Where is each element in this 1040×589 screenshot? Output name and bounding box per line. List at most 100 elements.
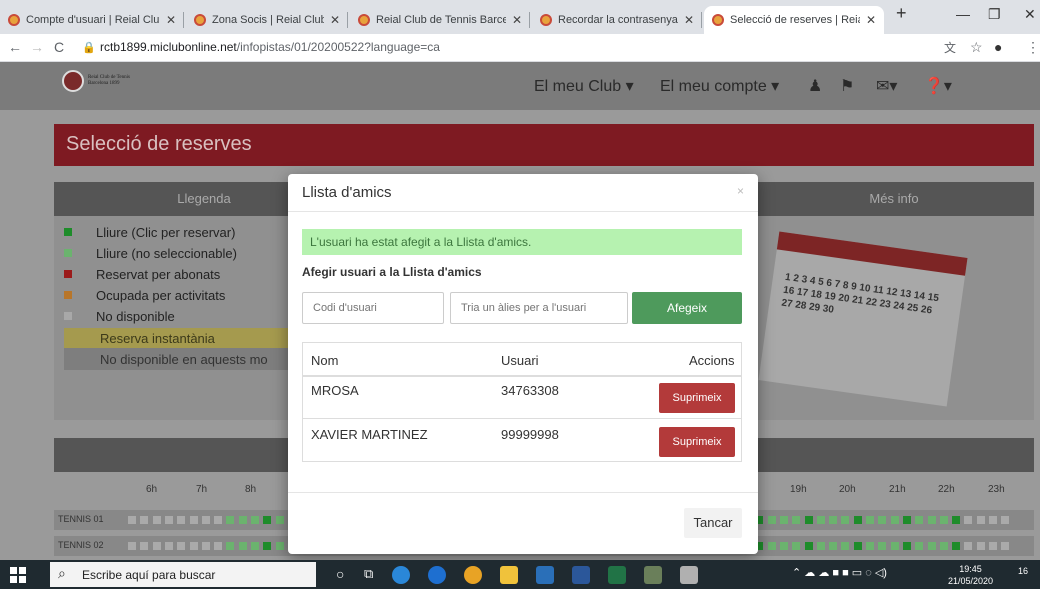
time-slot[interactable] <box>767 516 776 524</box>
time-slot[interactable] <box>816 516 825 524</box>
time-slot[interactable] <box>214 542 223 550</box>
app-icon[interactable] <box>680 566 698 584</box>
close-tab-icon[interactable]: ✕ <box>866 13 876 27</box>
time-slot[interactable] <box>989 516 997 524</box>
time-slot[interactable] <box>915 516 924 524</box>
notifications-icon[interactable]: 16 <box>1018 566 1036 584</box>
close-tab-icon[interactable]: ✕ <box>166 13 176 27</box>
time-slot[interactable] <box>779 542 788 550</box>
time-slot[interactable] <box>1001 516 1010 524</box>
time-slot[interactable] <box>804 516 813 524</box>
time-slot[interactable] <box>792 516 801 524</box>
time-slot[interactable] <box>140 516 149 524</box>
nav-my-club[interactable]: El meu Club ▾ <box>534 76 634 96</box>
close-tab-icon[interactable]: ✕ <box>684 13 694 27</box>
close-modal-button[interactable]: Tancar <box>684 508 742 538</box>
time-slot[interactable] <box>976 516 985 524</box>
time-slot[interactable] <box>878 516 887 524</box>
time-slot[interactable] <box>952 516 961 524</box>
add-friend-button[interactable]: Afegeix <box>632 292 742 324</box>
new-tab-icon[interactable]: + <box>896 3 907 24</box>
delete-friend-button[interactable]: Suprimeix <box>659 383 735 413</box>
time-slot[interactable] <box>866 542 874 550</box>
time-slot[interactable] <box>201 542 210 550</box>
time-slot[interactable] <box>164 516 173 524</box>
time-slot[interactable] <box>976 542 985 550</box>
time-slot[interactable] <box>263 542 272 550</box>
nav-my-account[interactable]: El meu compte ▾ <box>660 76 779 96</box>
time-slot[interactable] <box>902 516 911 524</box>
modal-close-icon[interactable]: × <box>737 184 744 198</box>
time-slot[interactable] <box>275 516 284 524</box>
time-slot[interactable] <box>128 516 136 524</box>
time-slot[interactable] <box>275 542 284 550</box>
time-slot[interactable] <box>853 542 862 550</box>
forward-icon[interactable]: → <box>30 39 44 55</box>
time-slot[interactable] <box>804 542 813 550</box>
browser-menu-icon[interactable]: ⋮ <box>1026 39 1040 56</box>
time-slot[interactable] <box>767 542 776 550</box>
taskbar-search-box[interactable]: ⌕ Escribe aquí para buscar <box>50 562 316 587</box>
internet-explorer-icon[interactable] <box>428 566 446 584</box>
time-slot[interactable] <box>238 542 247 550</box>
time-slot[interactable] <box>238 516 247 524</box>
help-icon[interactable]: ❓▾ <box>924 76 952 96</box>
time-slot[interactable] <box>226 516 235 524</box>
time-slot[interactable] <box>189 516 198 524</box>
time-slot[interactable] <box>128 542 136 550</box>
friends-icon[interactable]: ♟ <box>808 76 822 96</box>
app-icon[interactable] <box>644 566 662 584</box>
browser-tab[interactable]: Recordar la contrasenya | R ✕ <box>532 6 702 34</box>
window-close-icon[interactable]: ✕ <box>1024 6 1036 23</box>
time-slot[interactable] <box>902 542 911 550</box>
time-slot[interactable] <box>1001 542 1010 550</box>
browser-tab[interactable]: Zona Socis | Reial Club de T ✕ <box>186 6 348 34</box>
time-slot[interactable] <box>189 542 198 550</box>
time-slot[interactable] <box>829 542 838 550</box>
time-slot[interactable] <box>927 516 936 524</box>
time-slot[interactable] <box>140 542 149 550</box>
time-slot[interactable] <box>939 516 948 524</box>
word-icon[interactable] <box>572 566 590 584</box>
messages-icon[interactable]: ✉▾ <box>876 76 897 96</box>
time-slot[interactable] <box>829 516 838 524</box>
time-slot[interactable] <box>989 542 997 550</box>
time-slot[interactable] <box>890 542 899 550</box>
time-slot[interactable] <box>263 516 272 524</box>
time-slot[interactable] <box>816 542 825 550</box>
club-logo[interactable]: Reial Club de Tennis Barcelona 1899 <box>62 70 130 92</box>
time-slot[interactable] <box>853 516 862 524</box>
time-slot[interactable] <box>177 516 186 524</box>
time-slot[interactable] <box>964 516 973 524</box>
close-tab-icon[interactable]: ✕ <box>512 13 522 27</box>
file-explorer-icon[interactable] <box>500 566 518 584</box>
time-slot[interactable] <box>152 542 161 550</box>
close-tab-icon[interactable]: ✕ <box>330 13 340 27</box>
maximize-icon[interactable]: ❐ <box>988 6 1001 23</box>
user-alias-input[interactable] <box>450 292 628 324</box>
time-slot[interactable] <box>251 542 259 550</box>
edge-icon[interactable] <box>392 566 410 584</box>
time-slot[interactable] <box>841 516 850 524</box>
time-slot[interactable] <box>952 542 961 550</box>
browser-tab[interactable]: Reial Club de Tennis Barcelo ✕ <box>350 6 530 34</box>
flag-icon[interactable]: ⚑ <box>840 76 854 96</box>
excel-icon[interactable] <box>608 566 626 584</box>
outlook-icon[interactable] <box>536 566 554 584</box>
time-slot[interactable] <box>964 542 973 550</box>
windows-start-icon[interactable] <box>10 567 26 583</box>
time-slot[interactable] <box>164 542 173 550</box>
time-slot[interactable] <box>201 516 210 524</box>
time-slot[interactable] <box>251 516 259 524</box>
time-slot[interactable] <box>214 516 223 524</box>
cortana-icon[interactable]: ○ <box>336 566 354 584</box>
time-slot[interactable] <box>779 516 788 524</box>
time-slot[interactable] <box>890 516 899 524</box>
time-slot[interactable] <box>152 516 161 524</box>
time-slot[interactable] <box>878 542 887 550</box>
time-slot[interactable] <box>792 542 801 550</box>
url-field[interactable]: rctb1899.miclubonline.net/infopistas/01/… <box>100 40 440 54</box>
browser-tab[interactable]: Compte d'usuari | Reial Clu ✕ <box>0 6 184 34</box>
taskbar-clock[interactable]: 19:45 21/05/2020 <box>948 563 993 587</box>
minimize-icon[interactable]: — <box>956 6 970 22</box>
